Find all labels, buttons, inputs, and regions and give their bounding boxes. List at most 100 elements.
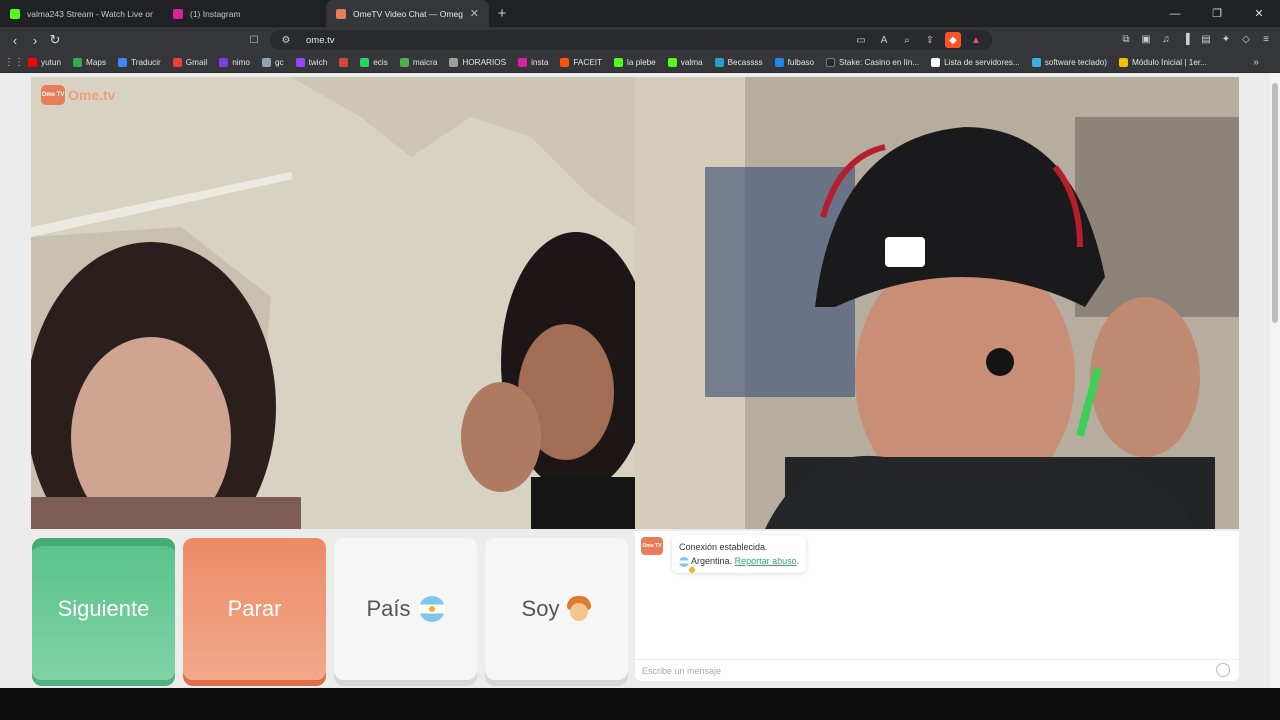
bookmark-item[interactable]: Becassss (709, 53, 769, 73)
leo-icon[interactable]: ✦ (1218, 31, 1234, 47)
bookmark-item[interactable]: Stake: Casino en lín... (820, 53, 925, 73)
horarios-icon (449, 58, 459, 67)
bookmark-item[interactable]: valma (662, 53, 709, 73)
bookmark-favicon-icon (339, 58, 349, 67)
site-info-icon[interactable]: ⚙ (278, 32, 294, 48)
stake-icon (826, 58, 836, 67)
vpn-icon[interactable]: ◇ (1238, 31, 1254, 47)
bookmark-item[interactable]: ecis (354, 53, 394, 73)
browser-window: valma243 Stream - Watch Live on Kick (1)… (0, 0, 1280, 720)
bookmarks-bar: ⋮⋮ yutun Maps Traducir Gmail nimo gc twi… (0, 53, 1280, 73)
connection-status-text: Conexión establecida. (679, 542, 768, 552)
stranger-country-text: Argentina. (691, 556, 733, 566)
faceit-icon (560, 58, 570, 67)
bookmark-item[interactable]: Módulo Inicial | 1er... (1113, 53, 1213, 73)
more-bookmarks-icon[interactable]: » (1248, 55, 1264, 71)
country-button-label: País (366, 596, 411, 621)
toolbar-icons: ⧉ ▣ ♫ ▐ ▤ ✦ ◇ ≡ (1118, 31, 1274, 47)
bookmark-item[interactable]: FACEIT (554, 53, 608, 73)
window-controls: — ❐ ✕ (1154, 0, 1280, 27)
emoji-icon[interactable] (1216, 663, 1230, 677)
address-bar[interactable]: ⚙ ome.tv ▭ A ⌕ ⇪ ◆ ▲ (270, 30, 992, 50)
ometv-logo[interactable]: Ome TV Ome.tv (41, 85, 115, 105)
ometv-icon (336, 8, 346, 19)
kick-icon (10, 8, 20, 19)
ometv-logo-text: Ome.tv (68, 87, 116, 103)
bookmark-item[interactable]: Traducir (112, 53, 167, 73)
maps-icon (73, 58, 83, 67)
self-video-scene (635, 77, 1239, 529)
bookmark-item[interactable]: gc (256, 53, 290, 73)
translate-icon[interactable]: A (876, 32, 892, 48)
country-filter-button[interactable]: País (334, 538, 477, 680)
ometv-page: Ome TV Ome.tv Siguiente Parar País Soy O… (0, 73, 1280, 688)
instagram-icon (518, 58, 528, 67)
modulo-icon (1119, 58, 1129, 67)
bookmark-item[interactable]: maicra (394, 53, 444, 73)
bookmark-item[interactable]: Maps (67, 53, 112, 73)
next-button-label: Siguiente (57, 596, 150, 621)
taskbar-area (0, 688, 1280, 720)
bookmark-item[interactable]: la plebe (608, 53, 662, 73)
nimo-icon (219, 58, 229, 67)
bookmark-item[interactable]: fulbaso (769, 53, 820, 73)
message-input[interactable]: Escribe un mensaje (635, 659, 1239, 681)
page-scrollbar[interactable] (1270, 73, 1280, 688)
system-message: Conexión establecida. Argentina. Reporta… (672, 535, 807, 573)
bookmark-item[interactable]: yutun (22, 53, 67, 73)
tab-title: OmeTV Video Chat — Omegle Alternative (353, 8, 463, 19)
scrollbar-thumb[interactable] (1272, 83, 1278, 323)
zoom-icon[interactable]: ⌕ (899, 32, 915, 48)
tab-instagram[interactable]: (1) Instagram (163, 0, 326, 27)
menu-icon[interactable]: ≡ (1258, 31, 1274, 47)
screenshot-icon[interactable]: ▣ (1138, 31, 1154, 47)
brave-shields-icon[interactable]: ◆ (945, 32, 961, 48)
stop-button[interactable]: Parar (183, 538, 326, 680)
reload-icon[interactable]: ↻ (45, 30, 65, 50)
bookmark-item[interactable]: Lista de servidores... (925, 53, 1026, 73)
software-icon (1031, 58, 1041, 67)
chat-panel: Ome TV Conexión establecida. Argentina. … (635, 531, 1239, 681)
close-window-button[interactable]: ✕ (1238, 0, 1280, 27)
minimize-button[interactable]: — (1154, 0, 1196, 27)
restore-button[interactable]: ❐ (1196, 0, 1238, 27)
wallet-icon[interactable]: ▤ (1198, 31, 1214, 47)
stranger-video-scene (31, 77, 635, 529)
tab-kick[interactable]: valma243 Stream - Watch Live on Kick (0, 0, 163, 27)
servers-icon (931, 58, 941, 67)
back-icon[interactable]: ‹ (5, 30, 25, 50)
cast-icon[interactable]: ▭ (853, 32, 869, 48)
bookmark-item[interactable]: software teclado) (1026, 53, 1113, 73)
bookmark-item[interactable]: nimo (213, 53, 256, 73)
navigation-bar: ‹ › ↻ ☐ ⚙ ome.tv ▭ A ⌕ ⇪ ◆ ▲ ⧉ ▣ ♫ ▐ ▤ ✦… (0, 27, 1280, 53)
bookmark-item[interactable]: HORARIOS (443, 53, 512, 73)
new-tab-button[interactable]: + (489, 0, 515, 27)
apps-grid-icon[interactable]: ⋮⋮ (4, 55, 24, 71)
kick-icon (667, 58, 677, 67)
brave-rewards-icon[interactable]: ▲ (968, 32, 984, 48)
bookmark-item[interactable]: insta (512, 53, 554, 73)
becas-icon (714, 58, 724, 67)
music-icon[interactable]: ♫ (1158, 31, 1174, 47)
sidebar-icon[interactable]: ▐ (1178, 31, 1194, 47)
message-input-placeholder: Escribe un mensaje (642, 665, 722, 676)
extensions-icon[interactable]: ⧉ (1118, 31, 1134, 47)
minecraft-icon (399, 58, 409, 67)
stop-button-label: Parar (227, 596, 282, 621)
share-icon[interactable]: ⇪ (922, 32, 938, 48)
argentina-flag-icon (418, 596, 445, 622)
next-button[interactable]: Siguiente (32, 538, 175, 680)
tab-bar: valma243 Stream - Watch Live on Kick (1)… (0, 0, 1280, 27)
tab-title: (1) Instagram (190, 8, 241, 19)
bookmark-icon[interactable]: ☐ (246, 32, 262, 48)
bookmark-item[interactable]: twich (290, 53, 334, 73)
close-tab-icon[interactable]: ✕ (470, 7, 479, 20)
bookmark-item[interactable] (333, 53, 354, 73)
gender-select-button[interactable]: Soy (485, 538, 628, 680)
bookmark-item[interactable]: Gmail (167, 53, 213, 73)
forward-icon[interactable]: › (25, 30, 45, 50)
report-abuse-link[interactable]: Reportar abuso (735, 556, 797, 566)
tab-title: valma243 Stream - Watch Live on Kick (27, 8, 153, 19)
ometv-badge-icon: Ome TV (41, 85, 65, 105)
tab-ometv-active[interactable]: OmeTV Video Chat — Omegle Alternative ✕ (326, 0, 489, 27)
